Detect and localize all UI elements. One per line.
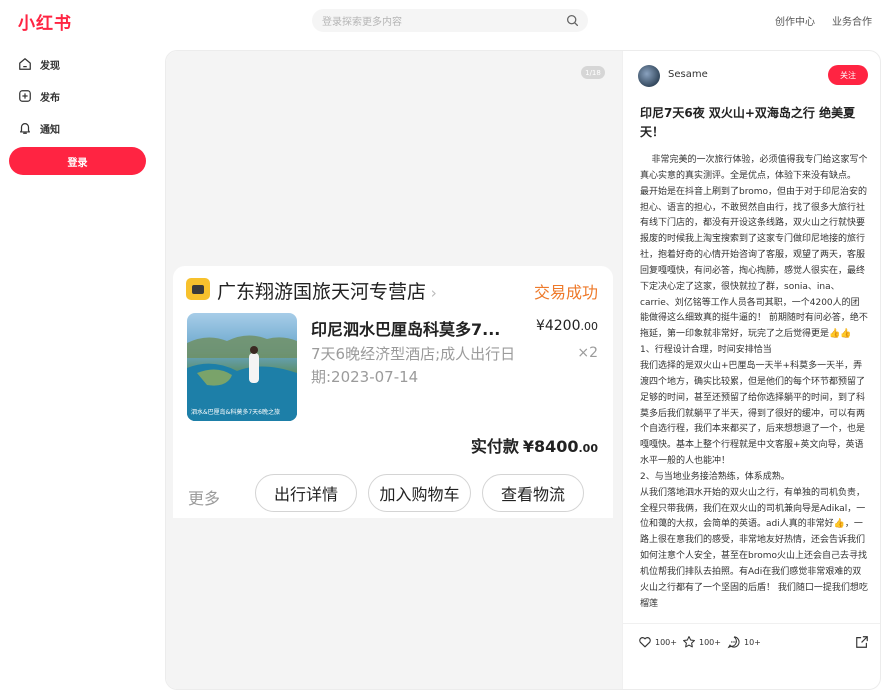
home-icon bbox=[19, 58, 31, 70]
add-to-cart-button: 加入购物车 bbox=[368, 474, 471, 512]
author-name[interactable]: Sesame bbox=[668, 69, 708, 80]
sidebar-item-discover[interactable]: 发现 bbox=[18, 54, 60, 74]
product-thumbnail: 泗水&巴厘岛&科莫多7天6晚之旅 bbox=[187, 313, 297, 421]
product-title: 印尼泗水巴厘岛科莫多7... bbox=[311, 320, 501, 339]
product-variant: 7天6晚经济型酒店;成人出行日期:2023-07-14 bbox=[311, 345, 516, 386]
sidebar-item-label: 发现 bbox=[40, 60, 60, 72]
thumbnail-caption: 泗水&巴厘岛&科莫多7天6晚之旅 bbox=[191, 409, 280, 416]
more-link: 更多 bbox=[188, 489, 221, 508]
product-quantity: ×2 bbox=[577, 345, 598, 361]
search-input[interactable]: 登录探索更多内容 bbox=[312, 9, 588, 32]
like-button[interactable]: 100+ bbox=[638, 635, 677, 649]
page-indicator: 1/18 bbox=[581, 66, 605, 79]
star-icon bbox=[683, 636, 695, 648]
note-body: 非常完美的一次旅行体验，必须值得我专门给这家写个真心实意的真实测评。全是优点，体… bbox=[640, 155, 868, 609]
heart-icon bbox=[639, 637, 651, 648]
collect-button[interactable]: 100+ bbox=[682, 635, 721, 649]
order-total: 实付款 ¥8400.00 bbox=[470, 437, 598, 456]
note-detail: 1/18 ‹ › 广东翔游国旅天河专营店 › 交易成功 泗水&巴厘岛&科莫多7天… bbox=[165, 50, 881, 690]
trip-details-button: 出行详情 bbox=[255, 474, 357, 512]
plus-square-icon bbox=[19, 90, 31, 102]
comment-button[interactable]: 10+ bbox=[727, 635, 761, 649]
creator-center-link[interactable]: 创作中心 bbox=[775, 13, 815, 28]
media-carousel[interactable]: 1/18 ‹ › 广东翔游国旅天河专营店 › 交易成功 泗水&巴厘岛&科莫多7天… bbox=[166, 51, 622, 689]
logo[interactable]: 小红书 bbox=[18, 9, 72, 34]
shop-icon bbox=[186, 278, 210, 300]
view-logistics-button: 查看物流 bbox=[482, 474, 584, 512]
sidebar-item-label: 通知 bbox=[40, 124, 60, 136]
share-icon[interactable] bbox=[855, 635, 869, 649]
like-count: 100+ bbox=[655, 637, 677, 647]
engagement-bar: 100+ 100+ 10+ bbox=[623, 623, 880, 663]
note-content-panel: Sesame 关注 印尼7天6夜 双火山+双海岛之行 绝美夏天！ 非常完美的一次… bbox=[622, 51, 880, 689]
search-placeholder: 登录探索更多内容 bbox=[322, 17, 402, 28]
comment-count: 10+ bbox=[744, 637, 761, 647]
collect-count: 100+ bbox=[699, 637, 721, 647]
comment-icon bbox=[727, 636, 740, 649]
sidebar-item-notifications[interactable]: 通知 bbox=[18, 118, 60, 138]
login-button[interactable]: 登录 bbox=[9, 147, 146, 175]
bell-icon bbox=[20, 123, 30, 134]
business-link[interactable]: 业务合作 bbox=[832, 13, 872, 28]
order-status: 交易成功 bbox=[533, 283, 598, 302]
shop-name: 广东翔游国旅天河专营店 › bbox=[217, 281, 437, 303]
sidebar-item-label: 发布 bbox=[40, 92, 60, 104]
search-icon[interactable] bbox=[566, 14, 579, 27]
top-bar: 小红书 登录探索更多内容 创作中心 业务合作 bbox=[0, 0, 895, 44]
note-title: 印尼7天6夜 双火山+双海岛之行 绝美夏天！ bbox=[640, 106, 856, 139]
sidebar-item-publish[interactable]: 发布 bbox=[18, 86, 60, 106]
avatar[interactable] bbox=[638, 65, 660, 87]
follow-button[interactable]: 关注 bbox=[828, 65, 868, 85]
order-screenshot: 广东翔游国旅天河专营店 › 交易成功 泗水&巴厘岛&科莫多7天6晚之旅 印尼泗水… bbox=[173, 266, 613, 518]
product-price: ¥4200.00 bbox=[535, 318, 598, 334]
